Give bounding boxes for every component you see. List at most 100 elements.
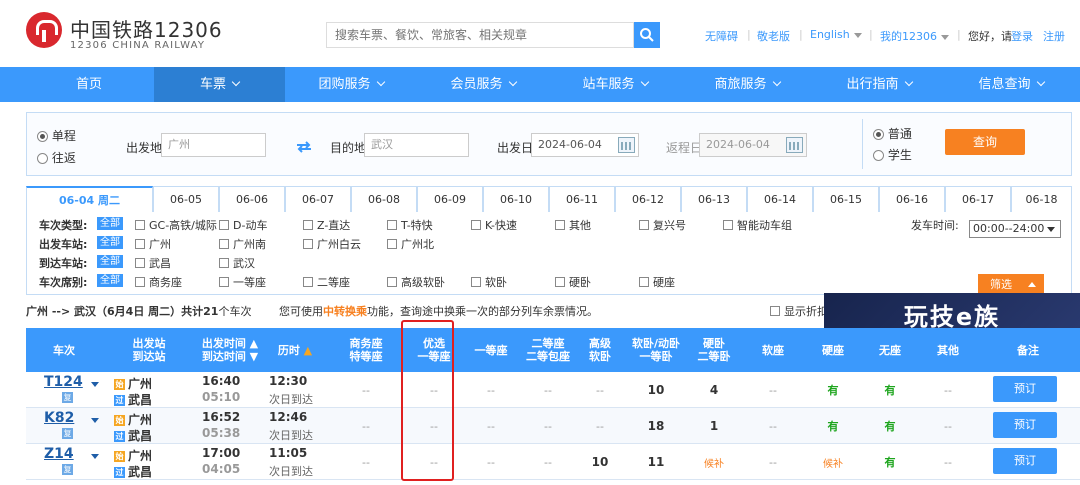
train-number-link[interactable]: T124 [44,374,83,390]
select-all-button[interactable]: 全部 [97,217,123,230]
date-tab[interactable]: 06-12 [615,186,681,212]
type-checkbox[interactable]: D-动车 [219,217,267,233]
calendar-icon[interactable] [786,137,803,153]
query-button[interactable]: 查询 [945,129,1025,155]
seat-checkbox[interactable]: 商务座 [135,274,182,290]
chevron-down-icon[interactable] [91,454,99,459]
normal-ticket-option[interactable]: 普通 [873,125,912,142]
logo-subtitle: 12306 CHINA RAILWAY [70,40,206,51]
search-input[interactable] [327,23,627,47]
date-tab[interactable]: 06-04 周二 [26,186,153,212]
date-tab[interactable]: 06-06 [219,186,285,212]
fuxing-icon: 复 [62,392,73,403]
nav-group[interactable]: 团购服务 [285,67,417,102]
header-label: 软卧/动卧 [631,337,681,350]
col-duration[interactable]: 历时 ▲ [264,328,326,372]
type-checkbox[interactable]: 复兴号 [639,217,686,233]
depart-date-field[interactable]: 2024-06-04 [531,133,639,157]
date-tab[interactable]: 06-16 [879,186,945,212]
to-station-field[interactable]: 武汉 [364,133,469,157]
checkbox-label: D-动车 [233,219,268,232]
select-all-button[interactable]: 全部 [97,236,123,249]
student-ticket-option[interactable]: 学生 [873,146,912,163]
nav-business-travel[interactable]: 商旅服务 [681,67,813,102]
checkbox-icon [723,220,733,230]
date-tab[interactable]: 06-08 [351,186,417,212]
from-station-checkbox[interactable]: 广州白云 [303,236,361,252]
calendar-icon[interactable] [618,137,635,153]
book-button[interactable]: 预订 [993,376,1057,402]
date-tab[interactable]: 06-07 [285,186,351,212]
from-station-checkbox[interactable]: 广州北 [387,236,434,252]
depart-time-select[interactable]: 00:00--24:00 [969,220,1061,238]
from-station-field[interactable]: 广州 [161,133,266,157]
nav-member[interactable]: 会员服务 [417,67,549,102]
seat-checkbox[interactable]: 高级软卧 [387,274,445,290]
train-number-link[interactable]: K82 [44,410,74,426]
date-tab[interactable]: 06-15 [813,186,879,212]
care-mode-link[interactable]: 敬老版 [757,28,790,44]
show-discount-option[interactable]: 显示折扣 [770,303,828,319]
select-all-button[interactable]: 全部 [97,274,123,287]
type-checkbox[interactable]: 智能动车组 [723,217,792,233]
type-checkbox[interactable]: Z-直达 [303,217,350,233]
return-date-field[interactable]: 2024-06-04 [699,133,807,157]
seat-checkbox[interactable]: 软卧 [471,274,507,290]
nav-station-service[interactable]: 站车服务 [549,67,681,102]
seat-checkbox[interactable]: 硬卧 [555,274,591,290]
register-link[interactable]: 注册 [1043,28,1065,44]
from-station-checkbox[interactable]: 广州 [135,236,171,252]
swap-stations-icon[interactable] [296,141,312,153]
type-checkbox[interactable]: T-特快 [387,217,433,233]
station-name: 武昌 [128,393,153,407]
checkbox-icon [135,220,145,230]
railway-logo-icon[interactable] [26,12,62,48]
type-checkbox[interactable]: 其他 [555,217,591,233]
date-tab[interactable]: 06-05 [153,186,219,212]
type-checkbox[interactable]: GC-高铁/城际 [135,217,217,233]
round-trip-option[interactable]: 往返 [37,149,76,166]
my12306-dropdown[interactable]: 我的12306 [880,28,949,44]
login-link[interactable]: 登录 [1011,28,1033,44]
header-label: 车次 [53,343,75,357]
date-tab[interactable]: 06-14 [747,186,813,212]
nav-tickets[interactable]: 车票 [154,67,285,102]
one-way-option[interactable]: 单程 [37,127,76,144]
date-tab[interactable]: 06-10 [483,186,549,212]
hard-seat-cell[interactable]: 候补 [806,444,860,480]
date-tab[interactable]: 06-18 [1011,186,1072,212]
nav-travel-guide[interactable]: 出行指南 [813,67,945,102]
chevron-down-icon[interactable] [91,382,99,387]
nav-info[interactable]: 信息查询 [945,67,1077,102]
accessibility-link[interactable]: 无障碍 [705,28,738,44]
date-tab[interactable]: 06-09 [417,186,483,212]
checkbox-label: 商务座 [149,276,182,289]
to-station-checkbox[interactable]: 武汉 [219,255,255,271]
date-tab[interactable]: 06-17 [945,186,1011,212]
from-station-checkbox[interactable]: 广州南 [219,236,266,252]
seat-checkbox[interactable]: 硬座 [639,274,675,290]
language-dropdown[interactable]: English [810,28,862,41]
greeting-text: 您好，请 [968,30,1012,43]
from-filter-label: 出发车站: [39,238,88,251]
date-tab[interactable]: 06-11 [549,186,615,212]
hard-sleeper-cell[interactable]: 候补 [688,444,740,480]
seat-checkbox[interactable]: 一等座 [219,274,266,290]
train-number-link[interactable]: Z14 [44,446,74,462]
date-tab[interactable]: 06-13 [681,186,747,212]
transfer-link[interactable]: 中转换乘 [323,305,367,318]
checkbox-label: 武昌 [149,257,171,270]
to-station-checkbox[interactable]: 武昌 [135,255,171,271]
col-times[interactable]: 出发时间 ▲ 到达时间 ▼ [196,328,264,372]
seat-checkbox[interactable]: 二等座 [303,274,350,290]
table-row: T124 复 始广州 过武昌 16:40 05:10 12:30 次日到达 --… [26,372,1080,408]
book-button[interactable]: 预订 [993,412,1057,438]
nav-label: 首页 [75,77,102,92]
select-all-button[interactable]: 全部 [97,255,123,268]
chevron-down-icon[interactable] [91,418,99,423]
logo-title[interactable]: 中国铁路12306 [70,14,223,43]
book-button[interactable]: 预订 [993,448,1057,474]
type-checkbox[interactable]: K-快速 [471,217,517,233]
search-button[interactable] [634,22,660,48]
nav-home[interactable]: 首页 [24,67,154,102]
